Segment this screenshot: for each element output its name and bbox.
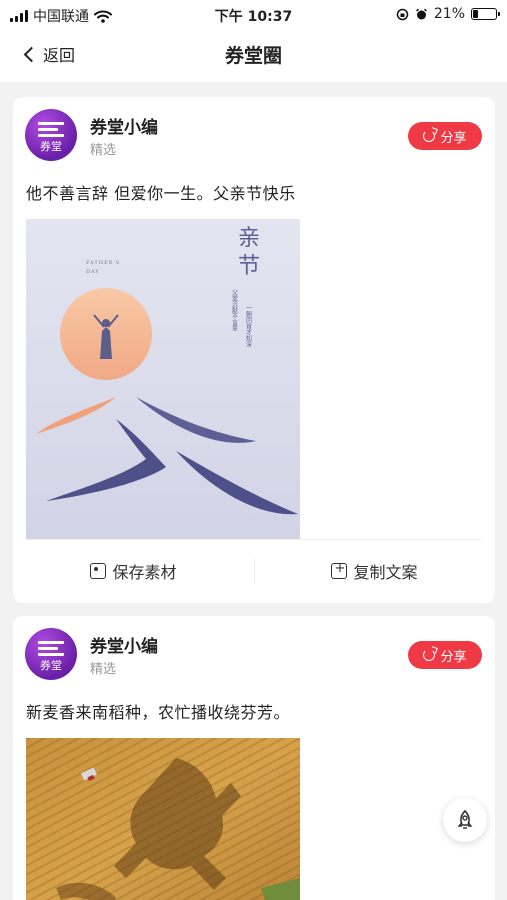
- copy-text-label: 复制文案: [353, 563, 418, 582]
- post-text: 他不善言辞 但爱你一生。父亲节快乐: [26, 184, 296, 203]
- wheat-field-photo: [26, 738, 300, 900]
- alarm-icon: [415, 8, 427, 19]
- poster-poem-2: 一朝回首才知深: [245, 305, 252, 348]
- save-material-button[interactable]: 保存素材: [13, 540, 254, 602]
- avatar[interactable]: 券堂: [25, 628, 77, 680]
- post-actions: 保存素材 复制文案: [13, 540, 495, 602]
- rotation-lock-icon: [396, 8, 409, 20]
- share-label: 分享: [440, 130, 467, 146]
- avatar-text: 券堂: [40, 140, 62, 153]
- post-image[interactable]: [26, 738, 300, 900]
- post-tag: 精选: [90, 143, 117, 158]
- post-tag: 精选: [90, 662, 117, 677]
- status-right: 21%: [396, 6, 500, 22]
- avatar-text: 券堂: [40, 659, 62, 672]
- author-name[interactable]: 券堂小编: [90, 632, 158, 657]
- status-bar: 中国联通 下午 10:37 21%: [0, 0, 507, 30]
- copy-icon: [331, 561, 348, 579]
- share-icon: [423, 649, 436, 661]
- poster-poem-1: 父爱沉默不言意: [231, 289, 238, 331]
- nav-bar: 返回 券堂圈: [0, 30, 507, 82]
- page-title: 券堂圈: [224, 45, 282, 67]
- poster-subtitle-en-2: DAY: [86, 269, 100, 275]
- poster-subtitle-en-1: FATHER'S: [86, 260, 120, 266]
- poster-title-2: 节: [238, 254, 260, 279]
- post-text: 新麦香来南稻种，农忙播收绕芬芳。: [26, 703, 291, 722]
- fathers-day-poster: 亲 节 FATHER'S DAY 父爱沉默不言意 一朝回首才知深: [26, 219, 300, 539]
- battery-icon: [471, 8, 500, 20]
- save-material-label: 保存素材: [112, 563, 177, 582]
- share-button[interactable]: 分享: [408, 122, 482, 150]
- rocket-fab-button[interactable]: [443, 798, 487, 842]
- rocket-icon: [457, 809, 473, 829]
- avatar[interactable]: 券堂: [25, 109, 77, 161]
- post-image[interactable]: 亲 节 FATHER'S DAY 父爱沉默不言意 一朝回首才知深: [26, 219, 300, 539]
- post-card: 券堂 券堂小编 精选 分享 新麦香来南稻种，农忙播收绕芬芳。: [13, 616, 495, 900]
- image-icon: [90, 563, 107, 579]
- poster-title-1: 亲: [238, 226, 260, 251]
- battery-percent: 21%: [433, 6, 465, 22]
- post-card: 券堂 券堂小编 精选 分享 他不善言辞 但爱你一生。父亲节快乐 亲 节 FATH…: [13, 97, 495, 603]
- copy-text-button[interactable]: 复制文案: [254, 540, 495, 602]
- share-icon: [423, 130, 436, 142]
- share-label: 分享: [440, 649, 467, 665]
- share-button[interactable]: 分享: [408, 641, 482, 669]
- author-name[interactable]: 券堂小编: [90, 113, 158, 138]
